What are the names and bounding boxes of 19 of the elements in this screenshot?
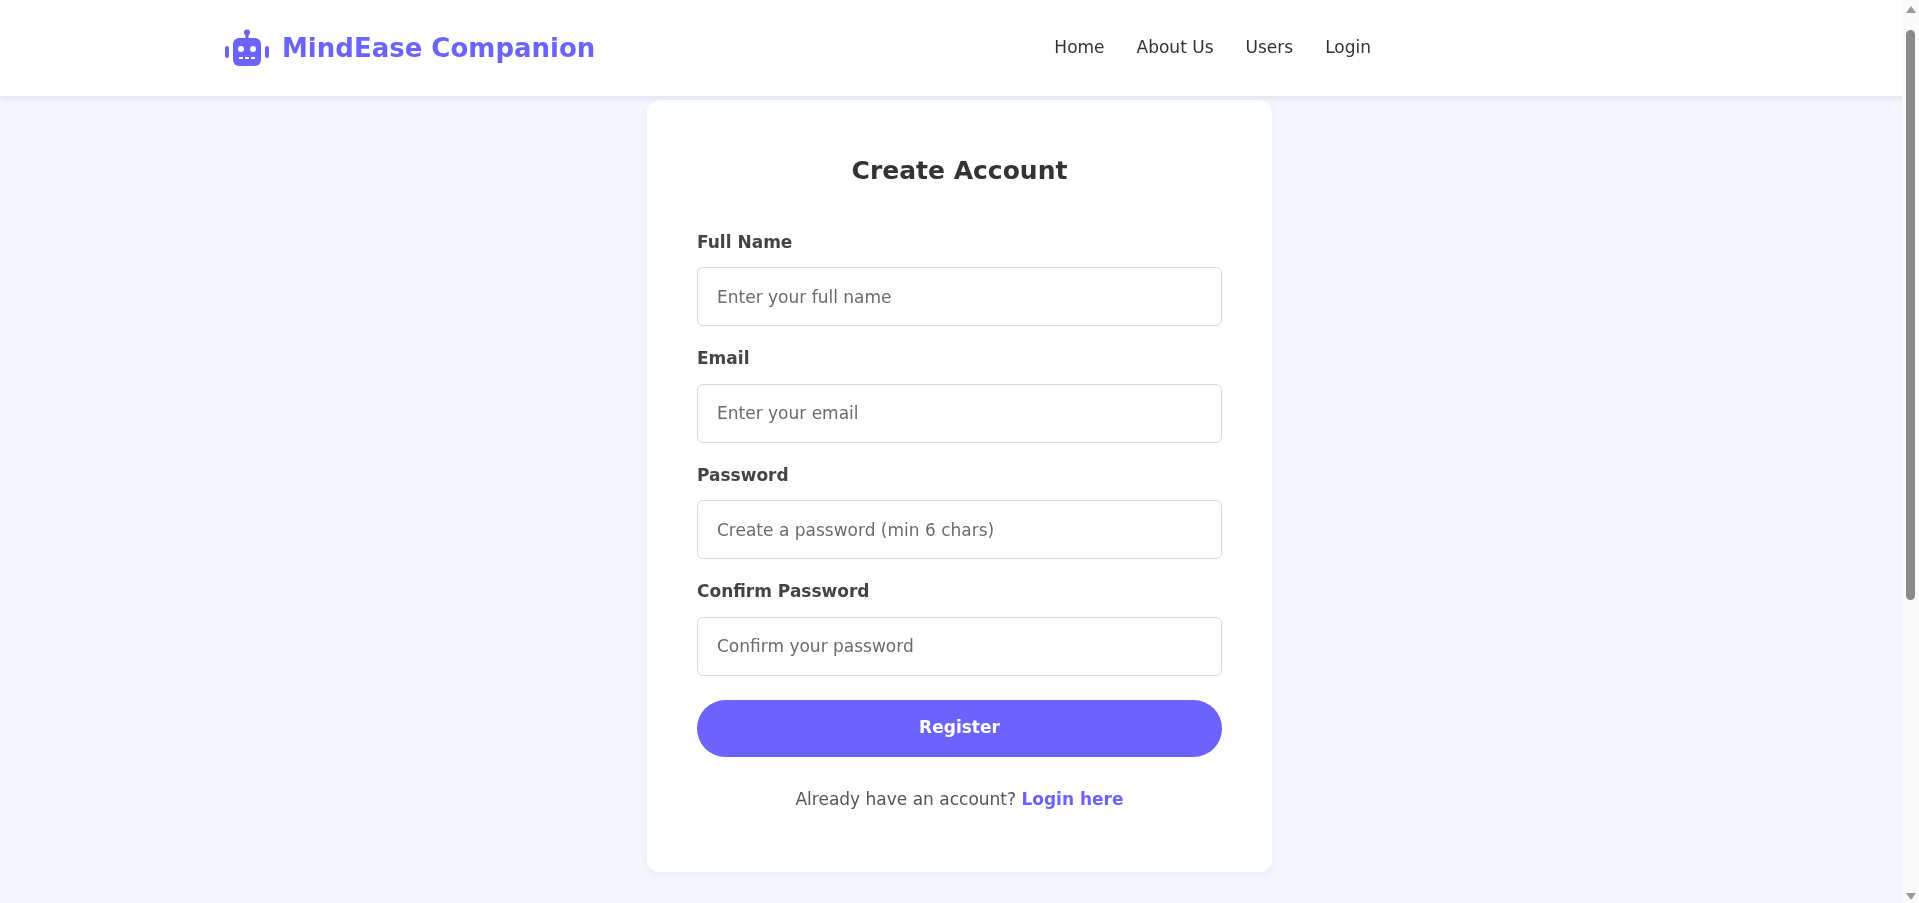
input-field[interactable]: Enter your email — [697, 383, 1222, 443]
input-field[interactable]: Create a password (min 6 chars) — [697, 500, 1222, 559]
robot-icon — [224, 29, 270, 67]
scrollbar[interactable] — [1902, 0, 1919, 903]
field-label: Password — [697, 463, 790, 487]
nav-link[interactable]: About Us — [1136, 35, 1214, 61]
nav-link[interactable]: Home — [1054, 35, 1105, 61]
field-label: Confirm Password — [697, 580, 871, 603]
login-link[interactable]: Login here — [1021, 788, 1124, 809]
input-field[interactable]: Enter your full name — [697, 267, 1222, 326]
input-field[interactable]: Confirm your password — [697, 616, 1222, 676]
field-label: Full Name — [697, 230, 794, 254]
field-label: Email — [697, 347, 751, 370]
nav-link[interactable]: Login — [1325, 35, 1371, 61]
form-title: Create Account — [850, 155, 1069, 187]
login-prompt: Already have an account? — [795, 788, 1017, 809]
register-button[interactable]: Register — [697, 699, 1222, 757]
nav-link[interactable]: Users — [1245, 35, 1294, 61]
brand-name: MindEase Companion — [282, 31, 596, 65]
